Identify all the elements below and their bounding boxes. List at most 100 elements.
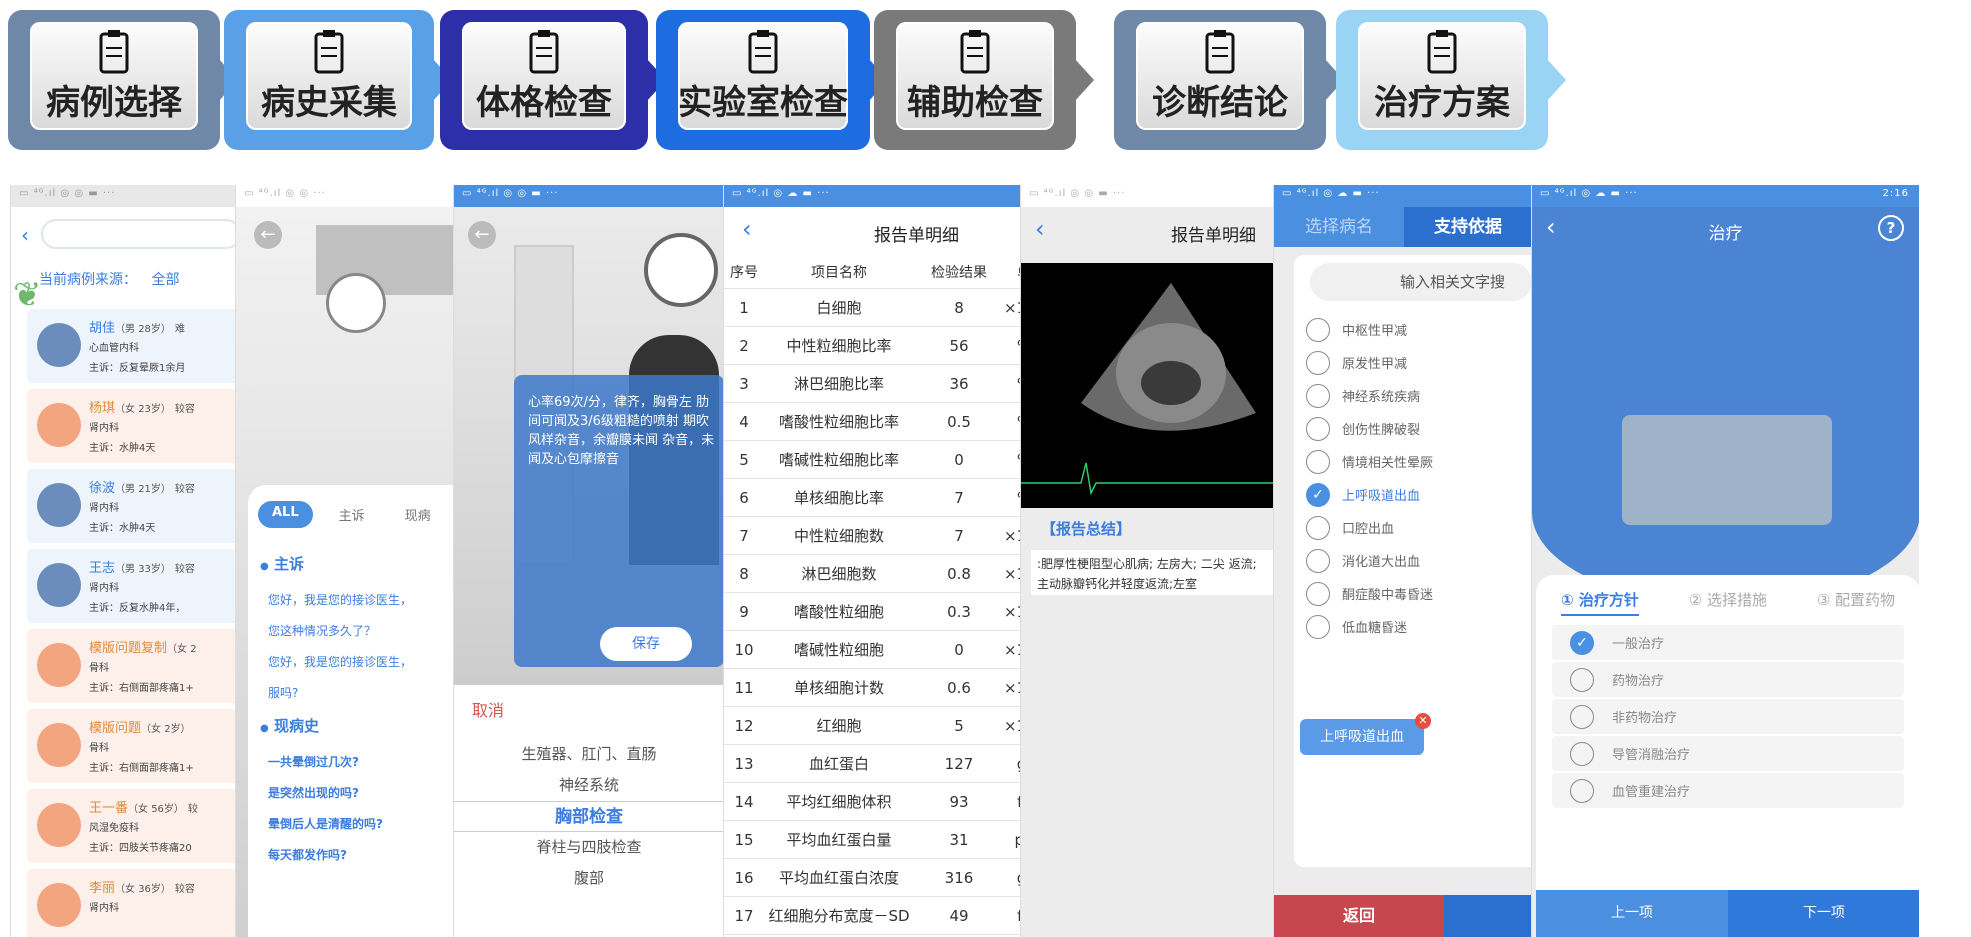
search-input[interactable]: 输入相关文字搜: [1310, 263, 1531, 301]
case-card[interactable]: 李丽（女 36岁） 较容 肾内科: [27, 869, 235, 937]
exam-item[interactable]: 胸部检查: [454, 801, 723, 832]
treatment-option[interactable]: 血管重建治疗: [1552, 773, 1904, 808]
back-icon[interactable]: ‹: [742, 215, 752, 243]
radio-icon[interactable]: [1306, 548, 1330, 573]
radio-icon[interactable]: [1306, 350, 1330, 375]
disease-option[interactable]: 消化道大出血: [1306, 544, 1531, 577]
radio-icon[interactable]: [1306, 614, 1330, 639]
tab-select-disease[interactable]: 选择病名: [1274, 207, 1404, 247]
case-dept: 骨科: [89, 663, 109, 674]
question-item[interactable]: 每天都发作吗?: [268, 840, 453, 871]
treatment-option[interactable]: 导管消融治疗: [1552, 736, 1904, 771]
treatment-step[interactable]: ① 治疗方针: [1560, 589, 1639, 616]
table-cell: 平均血红蛋白量: [786, 831, 892, 849]
exam-item[interactable]: 脊柱与四肢检查: [454, 832, 723, 863]
treatment-step[interactable]: ③ 配置药物: [1817, 589, 1895, 616]
case-tag: 较: [187, 804, 198, 815]
checked-radio-icon[interactable]: ✓: [1306, 482, 1330, 507]
tab-2[interactable]: 现病: [391, 501, 445, 528]
source-label: 当前病例来源：: [39, 272, 137, 288]
table-row: 14 平均红细胞体积 93 fL: [724, 783, 1020, 821]
back-icon[interactable]: ←: [254, 221, 282, 249]
next-button[interactable]: 下一项: [1728, 890, 1919, 937]
back-icon[interactable]: ‹: [1035, 215, 1045, 243]
radio-icon[interactable]: [1306, 449, 1330, 474]
case-card[interactable]: 模版问题（女 2岁） 骨科 主诉：右侧面部疼痛1+: [27, 709, 235, 783]
radio-icon[interactable]: [1570, 704, 1594, 729]
radio-icon[interactable]: [1306, 383, 1330, 408]
table-row: 5 嗜碱性粒细胞比率 0%: [724, 441, 1020, 479]
radio-icon[interactable]: [1570, 778, 1594, 803]
step-7[interactable]: 治疗方案: [1336, 10, 1566, 150]
back-button[interactable]: 返回: [1274, 895, 1444, 937]
help-icon[interactable]: ?: [1878, 215, 1904, 241]
question-item[interactable]: 是突然出现的吗?: [268, 778, 453, 809]
radio-icon[interactable]: [1306, 317, 1330, 342]
radio-icon[interactable]: [1570, 741, 1594, 766]
disease-option[interactable]: 中枢性甲减: [1306, 313, 1531, 346]
case-card[interactable]: 徐波（男 21岁） 较容 肾内科 主诉：水肿4天: [27, 469, 235, 543]
exam-item[interactable]: 生殖器、肛门、直肠: [454, 739, 723, 770]
case-name: 模版问题: [89, 721, 142, 736]
question-item[interactable]: 您好，我是您的接诊医生，: [268, 647, 453, 678]
remove-icon[interactable]: ✕: [1415, 713, 1431, 729]
radio-icon[interactable]: [1306, 416, 1330, 441]
step-1[interactable]: 病例选择: [8, 10, 238, 150]
prev-button[interactable]: 上一项: [1536, 890, 1728, 937]
case-card[interactable]: 模版问题复制（女 2 骨科 主诉：右侧面部疼痛1+: [27, 629, 235, 703]
selected-chip[interactable]: 上呼吸道出血: [1300, 719, 1424, 755]
question-item[interactable]: 您好，我是您的接诊医生，: [268, 585, 453, 616]
table-cell: fL: [1004, 907, 1020, 925]
case-card[interactable]: 胡佳（男 28岁）难心血管内科 主诉：反复晕厥1余月: [27, 309, 235, 383]
case-card[interactable]: 杨琪（女 23岁） 较容 肾内科 主诉：水肿4天: [27, 389, 235, 463]
question-item[interactable]: 您这种情况多久了？: [268, 616, 453, 647]
question-item[interactable]: 晕倒后人是清醒的吗?: [268, 809, 453, 840]
step-2[interactable]: 病史采集: [224, 10, 452, 150]
tab-evidence[interactable]: 支持依据: [1404, 207, 1531, 247]
tab-1[interactable]: 主诉: [325, 501, 379, 528]
table-cell: 0.3: [947, 602, 971, 621]
treatment-option[interactable]: ✓ 一般治疗: [1552, 625, 1904, 660]
back-icon[interactable]: ‹: [21, 223, 29, 247]
disease-option[interactable]: 口腔出血: [1306, 511, 1531, 544]
disease-option[interactable]: 原发性甲减: [1306, 346, 1531, 379]
radio-icon[interactable]: [1306, 515, 1330, 540]
table-cell: 14: [734, 792, 754, 811]
lab-report-screen: ▭ ⁴ᴳ.ıl ◎ ☁ ▬ ··· ‹ 报告单明细 序号项目名称检验结果单1白细…: [723, 185, 1020, 937]
disease-option[interactable]: 低血糖昏迷: [1306, 610, 1531, 643]
avatar: [37, 403, 81, 447]
save-button[interactable]: 保存: [600, 627, 692, 661]
case-card[interactable]: 王志（男 33岁） 较容 肾内科 主诉：反复水肿4年，: [27, 549, 235, 623]
treatment-step[interactable]: ② 选择措施: [1689, 589, 1767, 616]
tab-0[interactable]: ALL: [258, 501, 313, 528]
case-complaint: 主诉：水肿4天: [89, 523, 156, 534]
radio-icon[interactable]: [1306, 581, 1330, 606]
disease-option[interactable]: 神经系统疾病: [1306, 379, 1531, 412]
page-title: 报告单明细: [874, 226, 959, 246]
step-label: 治疗方案: [1374, 83, 1510, 123]
step-6[interactable]: 诊断结论: [1114, 10, 1344, 150]
table-cell: 淋巴细胞数: [801, 565, 877, 583]
case-card[interactable]: 王一番（女 56岁）较风湿免疫科 主诉：四肢关节疼痛20: [27, 789, 235, 863]
table-row: 6 单核细胞比率 7%: [724, 479, 1020, 517]
radio-icon[interactable]: [1570, 667, 1594, 692]
cancel-button[interactable]: 取消: [472, 697, 504, 721]
question-item[interactable]: 一共晕倒过几次?: [268, 747, 453, 778]
source-value[interactable]: 全部: [151, 272, 179, 288]
disease-option[interactable]: 酮症酸中毒昏迷: [1306, 577, 1531, 610]
step-4[interactable]: 实验室检查: [656, 10, 888, 150]
exam-item[interactable]: 神经系统: [454, 770, 723, 801]
checked-radio-icon[interactable]: ✓: [1570, 630, 1594, 655]
treatment-option[interactable]: 非药物治疗: [1552, 699, 1904, 734]
disease-option[interactable]: 创伤性脾破裂: [1306, 412, 1531, 445]
step-5[interactable]: 辅助检查: [874, 10, 1094, 150]
search-input[interactable]: [41, 219, 235, 249]
back-icon[interactable]: ←: [468, 221, 496, 249]
disease-option[interactable]: 情境相关性晕厥: [1306, 445, 1531, 478]
treatment-option[interactable]: 药物治疗: [1552, 662, 1904, 697]
exam-item[interactable]: 腹部: [454, 863, 723, 894]
case-dept: 肾内科: [89, 903, 119, 914]
question-item[interactable]: 服吗?: [268, 678, 453, 709]
disease-option[interactable]: ✓ 上呼吸道出血: [1306, 478, 1531, 511]
step-3[interactable]: 体格检查: [440, 10, 666, 150]
